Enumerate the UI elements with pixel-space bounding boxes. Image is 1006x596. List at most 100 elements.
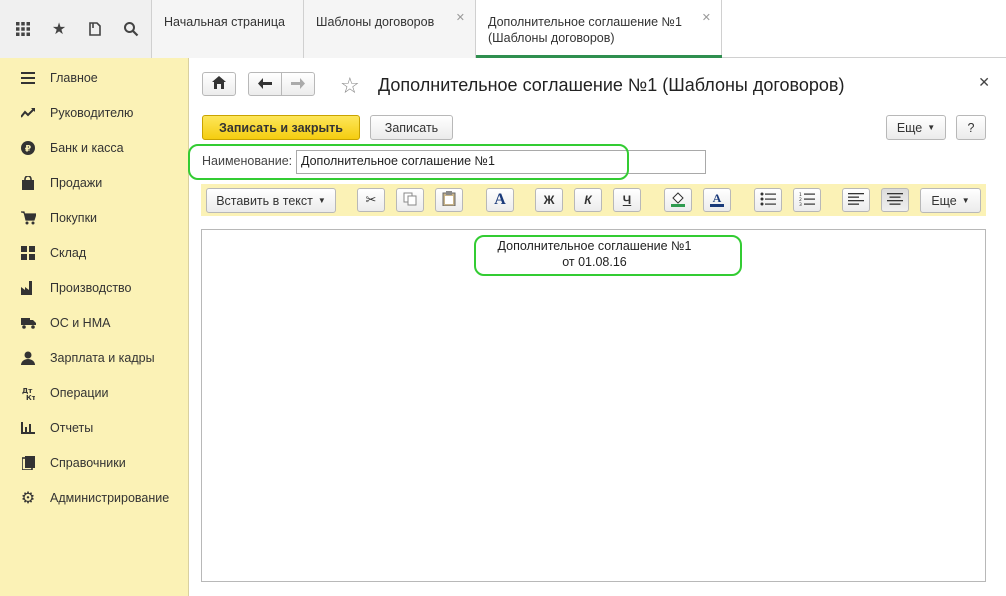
highlight-color-button[interactable] — [664, 188, 692, 212]
help-button[interactable]: ? — [956, 115, 986, 140]
sidebar-item-catalogs[interactable]: Справочники — [0, 445, 189, 480]
apps-grid-icon[interactable] — [12, 18, 34, 40]
sidebar-item-reports[interactable]: Отчеты — [0, 410, 189, 445]
sidebar-item-manager[interactable]: Руководителю — [0, 95, 189, 130]
toolbar-more-button[interactable]: Еще ▼ — [920, 188, 981, 213]
sidebar-item-warehouse[interactable]: Склад — [0, 235, 189, 270]
align-center-icon — [887, 192, 903, 208]
top-icons-panel: ★ — [0, 0, 152, 58]
numbered-list-button[interactable]: 123 — [793, 188, 821, 212]
tab-home[interactable]: Начальная страница — [152, 0, 304, 58]
top-bar: ★ Начальная страница Шаблоны договоров ✕… — [0, 0, 1006, 58]
paste-button[interactable] — [435, 188, 463, 212]
sidebar-item-payroll[interactable]: Зарплата и кадры — [0, 340, 189, 375]
sidebar-item-fixed-assets[interactable]: ОС и НМА — [0, 305, 189, 340]
highlight-frame — [474, 235, 742, 276]
sidebar-item-label: Продажи — [50, 175, 103, 190]
gear-icon: ⚙ — [20, 489, 36, 507]
sidebar: Главное Руководителю ₽ Банк и касса Прод… — [0, 58, 189, 596]
ruble-icon: ₽ — [20, 140, 36, 156]
sidebar-item-label: Покупки — [50, 210, 98, 225]
fill-bucket-icon — [670, 191, 686, 210]
star-icon[interactable]: ★ — [48, 18, 70, 40]
menu-icon — [20, 70, 36, 86]
save-and-close-button[interactable]: Записать и закрыть — [202, 115, 360, 140]
text-editor[interactable]: Дополнительное соглашение №1 от 01.08.16 — [201, 229, 986, 582]
bold-button[interactable]: Ж — [535, 188, 563, 212]
bullet-list-button[interactable] — [754, 188, 782, 212]
sidebar-item-label: Справочники — [50, 455, 126, 470]
chevron-down-icon: ▼ — [927, 123, 936, 132]
svg-text:₽: ₽ — [25, 144, 31, 154]
sidebar-item-label: Отчеты — [50, 420, 94, 435]
copy-icon — [403, 192, 417, 209]
insert-into-text-button[interactable]: Вставить в текст ▼ — [206, 188, 336, 213]
close-icon[interactable]: ✕ — [456, 10, 465, 26]
align-center-button[interactable] — [881, 188, 909, 212]
close-icon[interactable]: ✕ — [702, 10, 711, 26]
copy-button[interactable] — [396, 188, 424, 212]
history-icon[interactable] — [84, 18, 106, 40]
sidebar-item-label: Руководителю — [50, 105, 134, 120]
sidebar-item-main[interactable]: Главное — [0, 60, 189, 95]
formatting-toolbar: Вставить в текст ▼ ✂ A Ж К Ч A 1 2 3 Еще… — [201, 184, 986, 216]
bag-icon — [20, 175, 36, 191]
tab-label: Шаблоны договоров — [316, 15, 435, 29]
text-color-icon: A — [709, 191, 725, 210]
sidebar-item-label: Операции — [50, 385, 109, 400]
insert-label: Вставить в текст — [216, 193, 313, 208]
align-left-icon — [848, 192, 864, 208]
bar-chart-icon — [20, 420, 36, 436]
form-area: ☆ Дополнительное соглашение №1 (Шаблоны … — [188, 58, 1006, 596]
bullet-list-icon — [760, 192, 776, 209]
sidebar-item-operations[interactable]: Дт Кт Операции — [0, 375, 189, 410]
warehouse-icon — [20, 245, 36, 261]
book-icon — [20, 455, 36, 471]
sidebar-item-purchases[interactable]: Покупки — [0, 200, 189, 235]
sidebar-item-administration[interactable]: ⚙ Администрирование — [0, 480, 189, 515]
svg-text:A: A — [713, 191, 722, 205]
align-left-button[interactable] — [842, 188, 870, 212]
text-color-button[interactable]: A — [703, 188, 731, 212]
debit-credit-icon: Дт Кт — [20, 385, 36, 401]
person-icon — [20, 350, 36, 366]
more-button[interactable]: Еще ▼ — [886, 115, 946, 140]
more-label: Еще — [931, 193, 957, 208]
form-title: Дополнительное соглашение №1 (Шаблоны до… — [378, 75, 845, 95]
sidebar-item-sales[interactable]: Продажи — [0, 165, 189, 200]
factory-icon — [20, 280, 36, 296]
truck-icon — [20, 315, 36, 331]
sidebar-item-label: Производство — [50, 280, 132, 295]
home-button[interactable] — [202, 72, 236, 96]
tab-label: Начальная страница — [164, 15, 285, 29]
chevron-down-icon: ▼ — [317, 196, 326, 205]
more-label: Еще — [896, 120, 923, 135]
svg-text:Кт: Кт — [26, 394, 35, 400]
sidebar-item-label: Зарплата и кадры — [50, 350, 155, 365]
cut-button[interactable]: ✂ — [357, 188, 385, 212]
font-button[interactable]: A — [486, 188, 514, 212]
svg-text:3: 3 — [799, 202, 802, 206]
sidebar-item-label: Администрирование — [50, 490, 170, 505]
sidebar-item-label: Склад — [50, 245, 87, 260]
close-icon[interactable]: ✕ — [978, 74, 990, 91]
arrow-right-icon — [291, 76, 305, 92]
search-icon[interactable] — [120, 18, 142, 40]
sidebar-item-bank[interactable]: ₽ Банк и касса — [0, 130, 189, 165]
highlight-frame — [188, 144, 629, 180]
back-button[interactable] — [248, 72, 282, 96]
favorite-star-icon[interactable]: ☆ — [340, 73, 360, 99]
sidebar-item-production[interactable]: Производство — [0, 270, 189, 305]
chevron-down-icon: ▼ — [961, 196, 970, 205]
trend-icon — [20, 105, 36, 121]
clipboard-icon — [442, 191, 456, 209]
save-button[interactable]: Записать — [370, 115, 453, 140]
tab-additional-agreement[interactable]: Дополнительное соглашение №1 (Шаблоны до… — [476, 0, 722, 58]
arrow-left-icon — [258, 76, 272, 92]
forward-button[interactable] — [281, 72, 315, 96]
tab-contract-templates[interactable]: Шаблоны договоров ✕ — [304, 0, 476, 58]
underline-button[interactable]: Ч — [613, 188, 641, 212]
home-icon — [212, 76, 226, 92]
sidebar-item-label: Банк и касса — [50, 140, 124, 155]
italic-button[interactable]: К — [574, 188, 602, 212]
